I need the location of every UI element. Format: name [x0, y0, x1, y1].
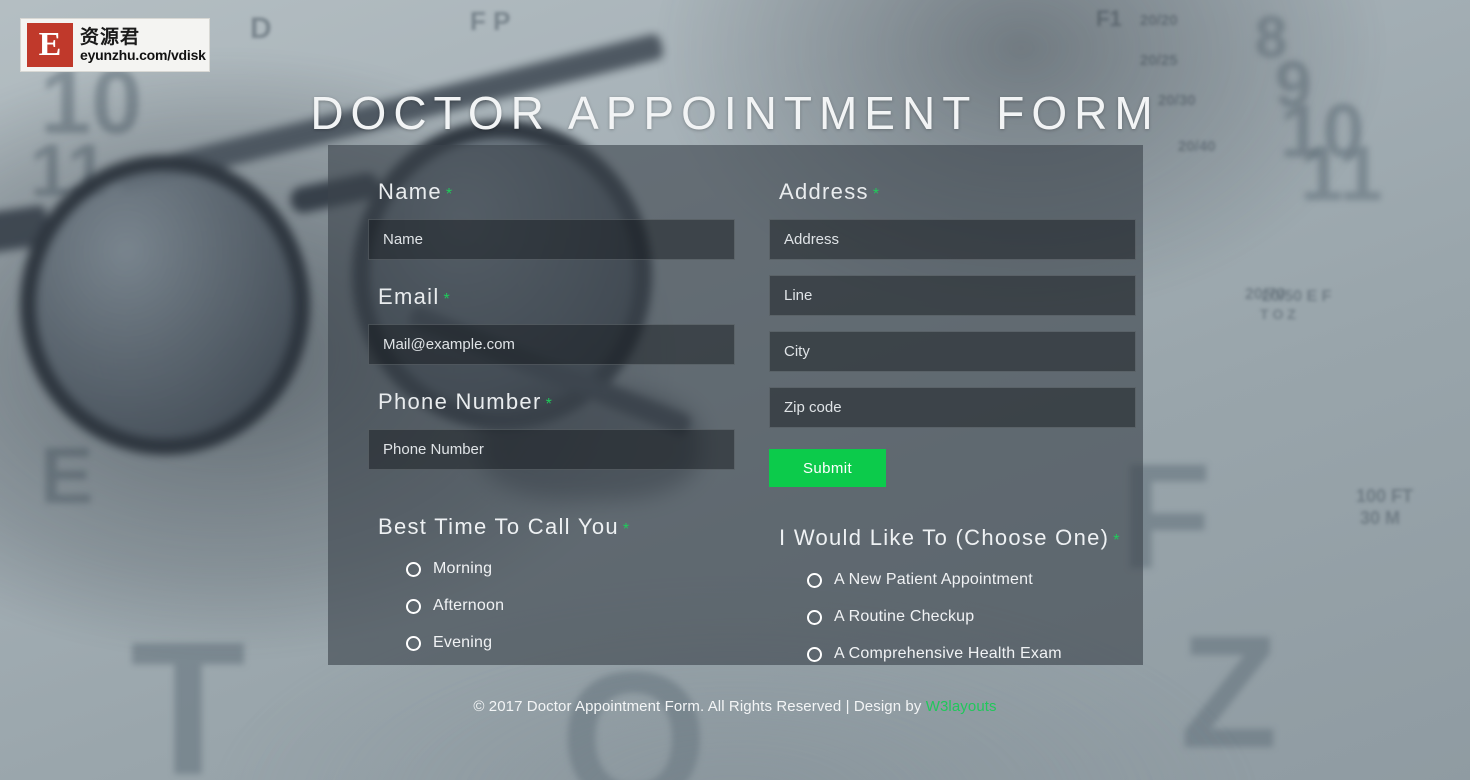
radio-option-comprehensive-health-exam[interactable]: A Comprehensive Health Exam — [807, 645, 1136, 663]
radio-circle-icon[interactable] — [406, 635, 421, 651]
label-i-would-like-to: I Would Like To (Choose One) * — [779, 525, 1136, 551]
watermark-url: eyunzhu.com/vdisk — [80, 46, 206, 63]
radio-option-new-patient-appointment[interactable]: A New Patient Appointment — [807, 571, 1136, 589]
page-title: DOCTOR APPOINTMENT FORM — [310, 86, 1160, 139]
radio-circle-icon[interactable] — [807, 609, 822, 625]
form-left-column: Name* Email* Phone Number* Best Time To … — [368, 179, 735, 682]
phone-number-input[interactable] — [368, 429, 735, 470]
appointment-form-panel: Name* Email* Phone Number* Best Time To … — [328, 145, 1143, 665]
page-root: 10 11 D F P F1 8 9 10 11 20/20 20/25 20/… — [0, 0, 1470, 780]
label-email-text: Email — [378, 284, 440, 309]
watermark-badge-letter: E — [27, 23, 73, 67]
label-name-text: Name — [378, 179, 442, 204]
radio-option-label: Evening — [433, 634, 493, 651]
label-best-time-to-call: Best Time To Call You * — [378, 514, 735, 540]
required-asterisk: * — [545, 396, 552, 413]
required-asterisk: * — [622, 521, 630, 538]
required-asterisk: * — [443, 291, 450, 308]
radio-circle-icon[interactable] — [406, 561, 421, 577]
watermark-text: 资源君 eyunzhu.com/vdisk — [80, 25, 206, 63]
radio-option-label: A Comprehensive Health Exam — [834, 645, 1062, 662]
submit-button[interactable]: Submit — [769, 449, 886, 487]
name-input[interactable] — [368, 219, 735, 260]
zip-code-input[interactable] — [769, 387, 1136, 428]
email-input[interactable] — [368, 324, 735, 365]
form-columns: Name* Email* Phone Number* Best Time To … — [368, 179, 1136, 682]
city-input[interactable] — [769, 331, 1136, 372]
label-phone-number: Phone Number * — [378, 389, 735, 415]
watermark-logo: E 资源君 eyunzhu.com/vdisk — [20, 18, 210, 72]
label-email: Email * — [378, 284, 735, 310]
label-best-time-to-call-text: Best Time To Call You — [378, 514, 619, 539]
radio-option-label: A Routine Checkup — [834, 608, 975, 625]
radio-option-routine-checkup[interactable]: A Routine Checkup — [807, 608, 1136, 626]
required-asterisk: * — [872, 186, 880, 203]
required-asterisk: * — [445, 186, 453, 203]
radio-circle-icon[interactable] — [406, 598, 421, 614]
required-asterisk: * — [1113, 532, 1120, 549]
footer-copyright-text: © 2017 Doctor Appointment Form. All Righ… — [473, 698, 926, 715]
address-input[interactable] — [769, 219, 1136, 260]
radio-option-afternoon[interactable]: Afternoon — [406, 597, 735, 615]
label-name: Name * — [378, 179, 735, 205]
form-right-column: Address* Submit I Would Like To (Choose … — [769, 179, 1136, 682]
radio-option-label: Afternoon — [433, 597, 505, 614]
footer: © 2017 Doctor Appointment Form. All Righ… — [0, 698, 1470, 715]
radio-option-morning[interactable]: Morning — [406, 560, 735, 578]
radio-circle-icon[interactable] — [807, 646, 822, 662]
radio-circle-icon[interactable] — [807, 572, 822, 588]
label-i-would-like-to-text: I Would Like To (Choose One) — [779, 525, 1110, 550]
address-line-input[interactable] — [769, 275, 1136, 316]
footer-design-link[interactable]: W3layouts — [926, 698, 997, 715]
label-address-text: Address — [779, 179, 869, 204]
watermark-chinese-label: 资源君 — [80, 25, 141, 48]
glasses-lens-left — [20, 155, 310, 455]
label-address: Address * — [779, 179, 1136, 205]
radio-option-label: A New Patient Appointment — [834, 571, 1033, 588]
radio-option-label: Morning — [433, 560, 493, 577]
radio-option-evening[interactable]: Evening — [406, 634, 735, 652]
label-phone-number-text: Phone Number — [378, 389, 542, 414]
